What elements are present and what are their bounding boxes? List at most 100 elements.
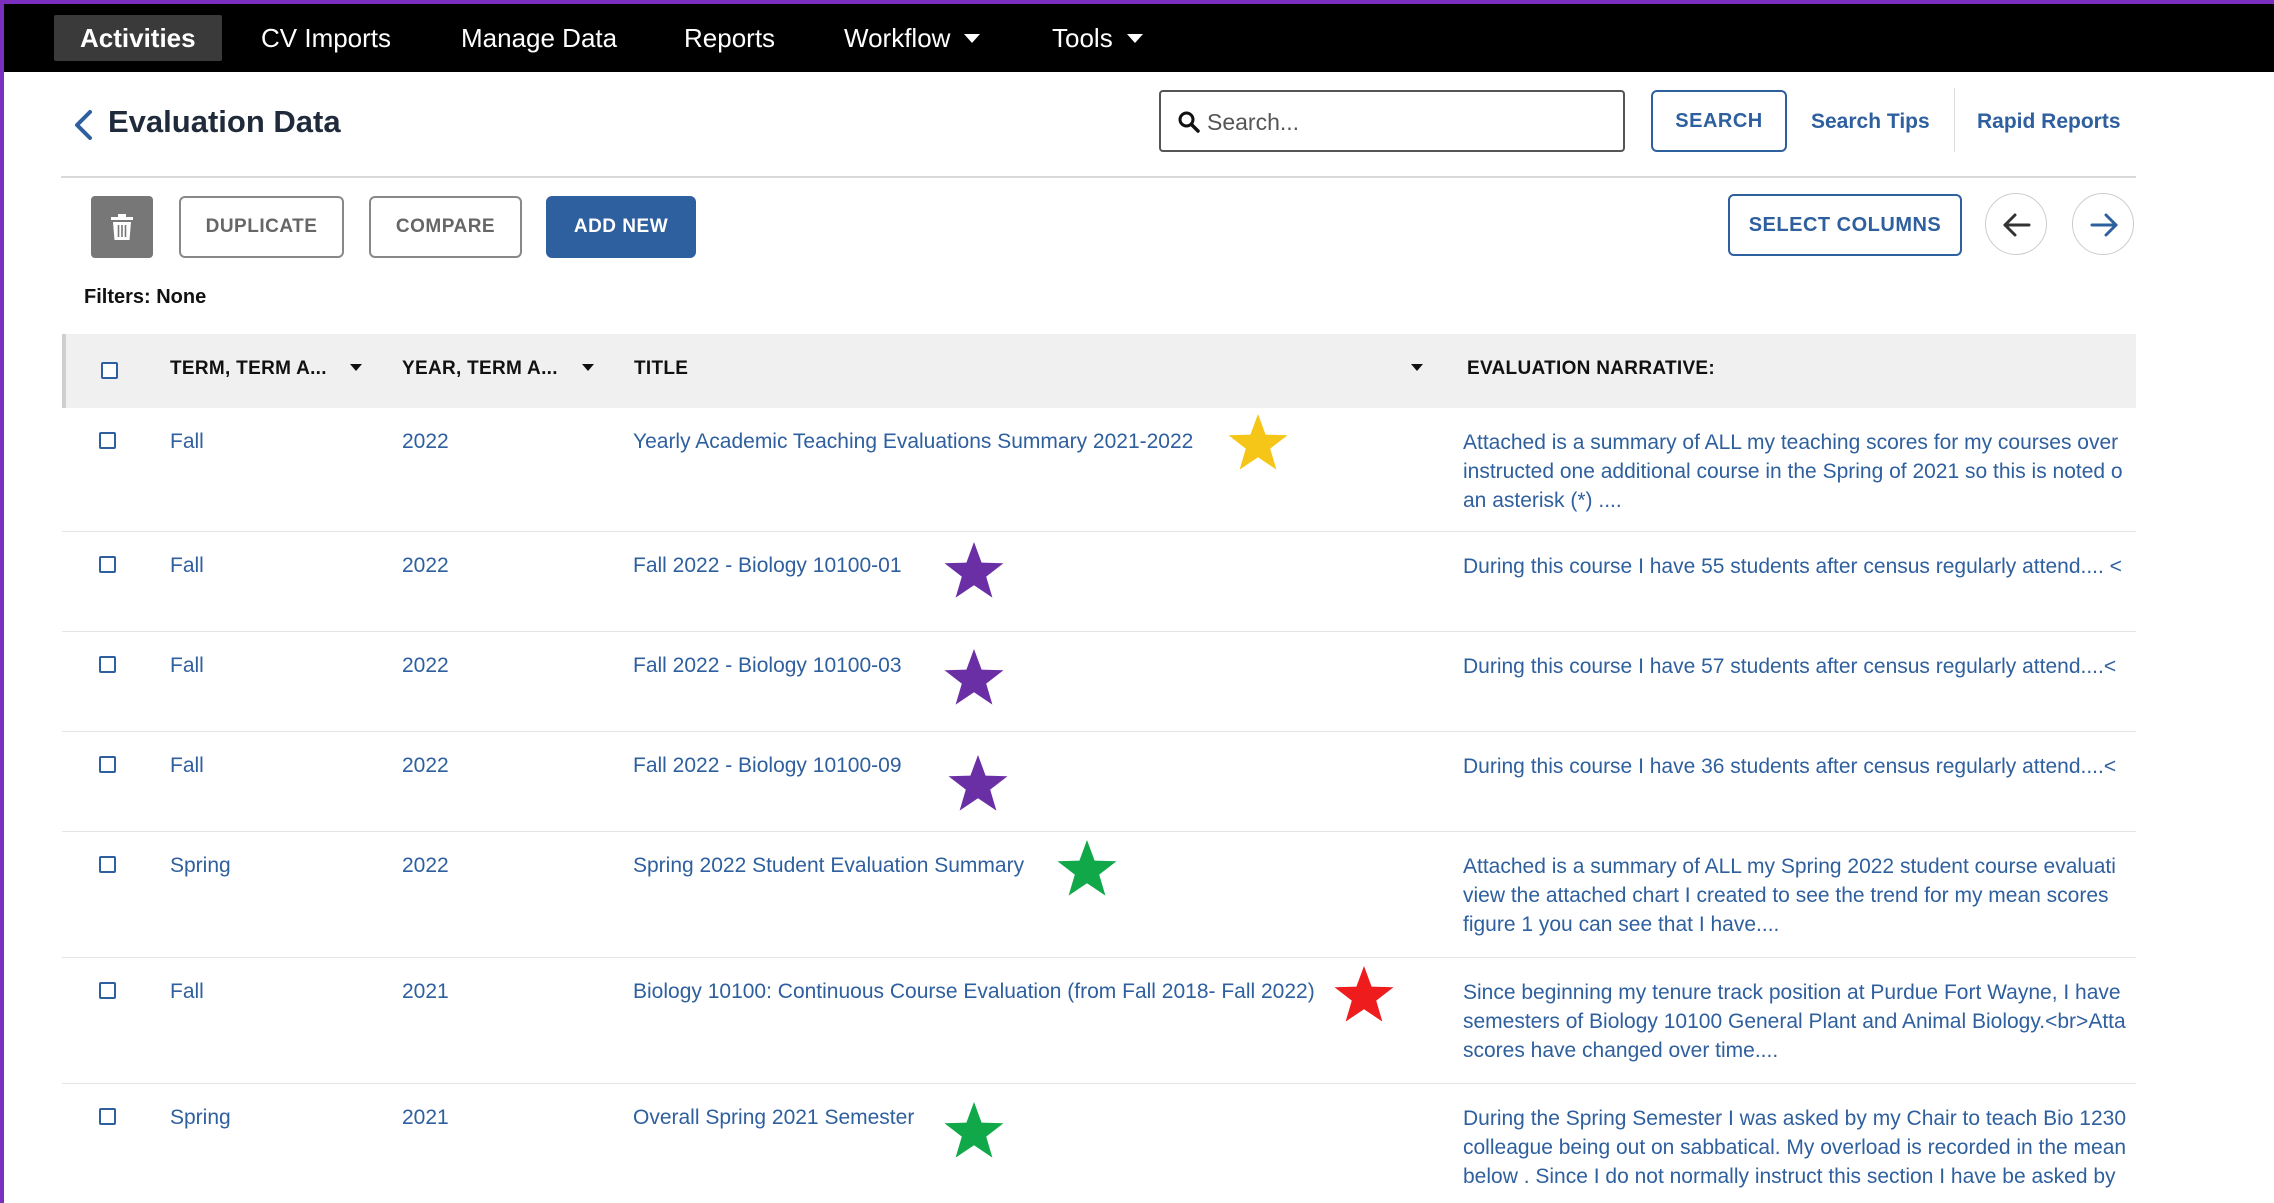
top-nav: Activities CV Imports Manage Data Report…: [4, 4, 2274, 72]
row-checkbox[interactable]: [99, 856, 116, 873]
scroll-right-button[interactable]: [2072, 193, 2134, 255]
nav-tools[interactable]: Tools: [1052, 15, 1143, 61]
divider: [61, 176, 2136, 178]
back-arrow-icon[interactable]: [70, 106, 96, 144]
nav-manage-data[interactable]: Manage Data: [461, 15, 617, 61]
term-cell[interactable]: Fall: [170, 554, 204, 578]
year-cell[interactable]: 2022: [402, 854, 449, 878]
narrative-line: colleague being out on sabbatical. My ov…: [1463, 1136, 2127, 1159]
narrative-line: an asterisk (*) ....: [1463, 489, 1622, 512]
page-title: Evaluation Data: [108, 104, 341, 139]
year-cell[interactable]: 2022: [402, 430, 449, 454]
select-columns-button[interactable]: SELECT COLUMNS: [1728, 194, 1962, 256]
sort-caret-icon[interactable]: [582, 364, 594, 371]
narrative-line: During this course I have 57 students af…: [1463, 655, 2117, 678]
divider: [1954, 88, 1955, 152]
star-icon: [1228, 414, 1288, 470]
title-link[interactable]: Yearly Academic Teaching Evaluations Sum…: [633, 430, 1193, 454]
term-cell[interactable]: Fall: [170, 754, 204, 778]
narrative-line: During this course I have 36 students af…: [1463, 755, 2117, 778]
narrative-cell[interactable]: Since beginning my tenure track position…: [1463, 978, 2136, 1065]
narrative-line: view the attached chart I created to see…: [1463, 884, 2109, 907]
narrative-cell[interactable]: Attached is a summary of ALL my Spring 2…: [1463, 852, 2136, 939]
search-field[interactable]: [1159, 90, 1625, 152]
term-cell[interactable]: Spring: [170, 854, 231, 878]
year-cell[interactable]: 2022: [402, 654, 449, 678]
star-icon: [948, 755, 1008, 811]
star-icon: [944, 649, 1004, 705]
row-checkbox[interactable]: [99, 556, 116, 573]
add-new-button[interactable]: ADD NEW: [546, 196, 696, 258]
search-button[interactable]: SEARCH: [1651, 90, 1787, 152]
row-checkbox[interactable]: [99, 656, 116, 673]
table-row[interactable]: Fall 2022 Fall 2022 - Biology 10100-01 Duri…: [62, 532, 2136, 632]
rapid-reports-link[interactable]: Rapid Reports: [1977, 110, 2121, 134]
row-checkbox[interactable]: [99, 982, 116, 999]
term-cell[interactable]: Spring: [170, 1106, 231, 1130]
narrative-line: During the Spring Semester I was asked b…: [1463, 1107, 2126, 1130]
sort-caret-icon[interactable]: [350, 364, 362, 371]
nav-cv-imports[interactable]: CV Imports: [261, 15, 391, 61]
duplicate-button[interactable]: DUPLICATE: [179, 196, 344, 258]
row-checkbox[interactable]: [99, 1108, 116, 1125]
search-input[interactable]: [1207, 102, 1607, 142]
search-icon: [1178, 111, 1200, 133]
star-icon: [1334, 966, 1394, 1022]
arrow-left-icon: [2003, 213, 2031, 237]
table-row[interactable]: Spring 2021 Overall Spring 2021 Semester Du…: [62, 1084, 2136, 1203]
nav-workflow[interactable]: Workflow: [844, 15, 981, 61]
title-link[interactable]: Fall 2022 - Biology 10100-09: [633, 754, 902, 778]
search-tips-link[interactable]: Search Tips: [1811, 110, 1930, 134]
table-row[interactable]: Fall 2022 Fall 2022 - Biology 10100-03 Duri…: [62, 632, 2136, 732]
narrative-line: instructed one additional course in the …: [1463, 460, 2123, 483]
narrative-cell[interactable]: During the Spring Semester I was asked b…: [1463, 1104, 2136, 1191]
term-cell[interactable]: Fall: [170, 980, 204, 1004]
row-checkbox[interactable]: [99, 756, 116, 773]
filters-label: Filters: None: [84, 286, 207, 308]
title-link[interactable]: Fall 2022 - Biology 10100-03: [633, 654, 902, 678]
title-link[interactable]: Spring 2022 Student Evaluation Summary: [633, 854, 1024, 878]
term-cell[interactable]: Fall: [170, 430, 204, 454]
select-all-checkbox[interactable]: [101, 362, 118, 379]
narrative-cell[interactable]: During this course I have 36 students af…: [1463, 752, 2136, 781]
term-cell[interactable]: Fall: [170, 654, 204, 678]
sort-caret-icon[interactable]: [1411, 364, 1423, 371]
year-cell[interactable]: 2022: [402, 754, 449, 778]
trash-icon: [111, 214, 133, 240]
nav-reports[interactable]: Reports: [684, 15, 775, 61]
year-cell[interactable]: 2021: [402, 1106, 449, 1130]
narrative-line: Attached is a summary of ALL my teaching…: [1463, 431, 2119, 454]
table-row[interactable]: Fall 2022 Yearly Academic Teaching Evaluat…: [62, 408, 2136, 532]
table-row[interactable]: Fall 2021 Biology 10100: Continuous Course…: [62, 958, 2136, 1084]
compare-button[interactable]: COMPARE: [369, 196, 522, 258]
star-icon: [944, 1102, 1004, 1158]
nav-tools-label: Tools: [1052, 23, 1113, 53]
arrow-right-icon: [2090, 213, 2118, 237]
title-link[interactable]: Overall Spring 2021 Semester: [633, 1106, 914, 1130]
year-cell[interactable]: 2021: [402, 980, 449, 1004]
column-header-term[interactable]: TERM, TERM A...: [170, 358, 327, 380]
chevron-down-icon: [964, 33, 981, 43]
narrative-line: Attached is a summary of ALL my Spring 2…: [1463, 855, 2116, 878]
narrative-line: scores have changed over time....: [1463, 1039, 1779, 1062]
narrative-cell[interactable]: During this course I have 57 students af…: [1463, 652, 2136, 681]
narrative-line: below . Since I do not normally instruct…: [1463, 1165, 2116, 1188]
narrative-cell[interactable]: Attached is a summary of ALL my teaching…: [1463, 428, 2136, 515]
column-header-year[interactable]: YEAR, TERM A...: [402, 358, 558, 380]
narrative-cell[interactable]: During this course I have 55 students af…: [1463, 552, 2136, 581]
title-link[interactable]: Biology 10100: Continuous Course Evaluat…: [633, 980, 1315, 1004]
table-header: TERM, TERM A... YEAR, TERM A... TITLE EV…: [62, 334, 2136, 408]
narrative-line: Since beginning my tenure track position…: [1463, 981, 2121, 1004]
title-link[interactable]: Fall 2022 - Biology 10100-01: [633, 554, 902, 578]
column-header-title[interactable]: TITLE: [634, 358, 688, 380]
chevron-down-icon: [1126, 33, 1143, 43]
column-header-evaluation-narrative[interactable]: EVALUATION NARRATIVE:: [1467, 358, 1715, 380]
nav-activities[interactable]: Activities: [54, 15, 222, 61]
star-icon: [1057, 840, 1117, 896]
year-cell[interactable]: 2022: [402, 554, 449, 578]
scroll-left-button[interactable]: [1985, 193, 2047, 255]
star-icon: [944, 542, 1004, 598]
delete-button[interactable]: [91, 196, 153, 258]
table-row[interactable]: Fall 2022 Fall 2022 - Biology 10100-09 Duri…: [62, 732, 2136, 832]
row-checkbox[interactable]: [99, 432, 116, 449]
